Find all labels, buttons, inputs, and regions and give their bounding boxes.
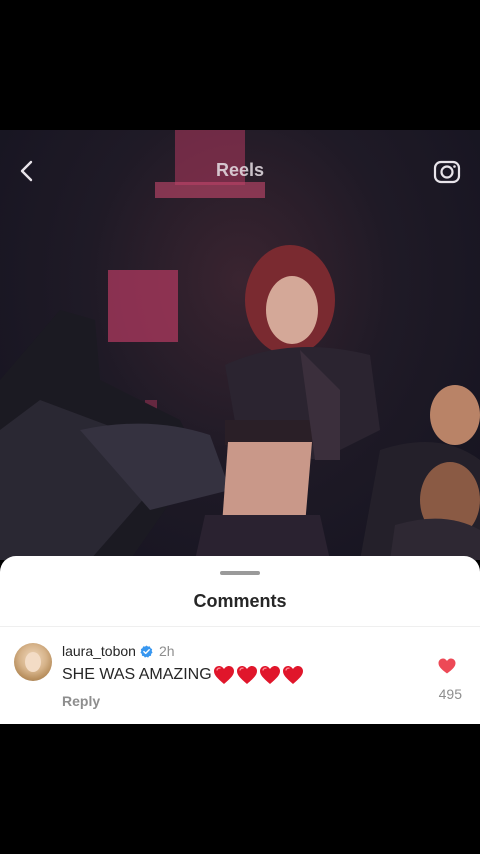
performer-top: [225, 420, 315, 445]
dancer-body: [390, 518, 480, 560]
performer-body: [222, 442, 312, 525]
drag-handle[interactable]: [220, 571, 260, 575]
reels-header: Reels: [0, 150, 480, 194]
avatar[interactable]: [14, 643, 52, 681]
screen: Reels Comments laura_tobon 2h SHE WAS AM…: [0, 0, 480, 854]
performer-pants: [195, 515, 330, 560]
comment-text: SHE WAS AMAZING: [62, 665, 305, 685]
page-title: Reels: [215, 160, 265, 180]
dancer-face: [430, 385, 480, 445]
video-frame: [0, 130, 480, 560]
comment-header: laura_tobon 2h: [62, 643, 175, 659]
comments-sheet: Comments laura_tobon 2h SHE WAS AMAZING: [0, 556, 480, 724]
reply-button[interactable]: Reply: [62, 693, 100, 709]
comment-timestamp: 2h: [158, 643, 175, 659]
verified-badge-icon: [140, 644, 153, 658]
red-heart-emoji-icon: [282, 666, 303, 684]
red-heart-emoji-icon: [259, 666, 280, 684]
red-heart-emoji-icon: [236, 666, 257, 684]
heart-emojis: [213, 665, 305, 685]
divider: [0, 626, 480, 627]
like-count: 495: [438, 686, 462, 702]
avatar-face: [25, 652, 41, 672]
comment-username[interactable]: laura_tobon: [62, 643, 136, 659]
red-heart-emoji-icon: [213, 666, 234, 684]
comment-body: SHE WAS AMAZING: [62, 666, 212, 683]
camera-icon[interactable]: [432, 156, 462, 186]
sheet-title: Comments: [193, 591, 287, 611]
heart-filled-icon[interactable]: [438, 658, 456, 674]
stage-screen: [108, 270, 178, 342]
reel-video[interactable]: [0, 130, 480, 560]
comment-item: laura_tobon 2h SHE WAS AMAZING Reply 495: [0, 636, 480, 722]
performer-face: [266, 276, 318, 344]
